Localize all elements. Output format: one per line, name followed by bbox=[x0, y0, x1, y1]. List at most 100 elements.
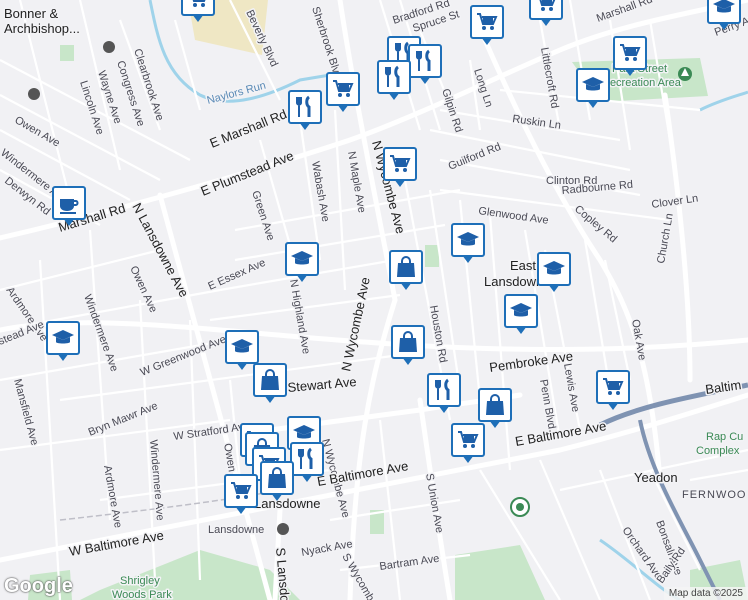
shopping-cart-icon bbox=[603, 378, 624, 395]
restaurant-pin[interactable] bbox=[427, 373, 461, 413]
map-canvas[interactable]: Bonner & Archbishop... Bradford Rd Spruc… bbox=[0, 0, 748, 600]
park-area bbox=[60, 45, 74, 61]
restaurant-pin[interactable] bbox=[288, 90, 322, 130]
graduation-cap-icon bbox=[457, 232, 479, 246]
label-yeadon: Yeadon bbox=[634, 470, 678, 485]
education-pin[interactable] bbox=[285, 242, 319, 282]
label-ruskin-ln: Ruskin Ln bbox=[512, 113, 562, 132]
label-bartram-ave: Bartram Ave bbox=[379, 553, 440, 573]
fork-knife-icon bbox=[416, 49, 431, 71]
label-stewart-ave: Stewart Ave bbox=[287, 374, 357, 395]
label-shrigley-1: Shrigley bbox=[120, 575, 160, 587]
label-e-marshall-rd: E Marshall Rd bbox=[208, 106, 289, 150]
label-recreation-area: Recreation Area bbox=[602, 77, 682, 89]
shopping-pin[interactable] bbox=[478, 388, 512, 428]
grocery-pin[interactable] bbox=[224, 474, 258, 514]
education-pin[interactable] bbox=[225, 330, 259, 370]
education-pin[interactable] bbox=[46, 321, 80, 361]
label-sherbrook-blvd: Sherbrook Blvd bbox=[309, 5, 344, 80]
label-oak-ave: Oak Ave bbox=[629, 318, 648, 361]
label-glenwood-ave: Glenwood Ave bbox=[478, 205, 550, 227]
label-guilford-rd: Guilford Rd bbox=[447, 141, 503, 173]
education-pin[interactable] bbox=[504, 294, 538, 334]
station-icon[interactable] bbox=[28, 88, 40, 100]
shopping-bag-icon bbox=[261, 369, 279, 390]
label-lansdowne-station: Lansdowne bbox=[208, 524, 264, 536]
label-lansdowne-town: Lansdowne bbox=[254, 496, 321, 511]
grocery-pin[interactable] bbox=[596, 370, 630, 410]
fork-knife-icon bbox=[296, 95, 311, 117]
label-n-highland-ave: N Highland Ave bbox=[287, 278, 312, 355]
label-clover-ln: Clover Ln bbox=[651, 193, 699, 211]
grocery-pin[interactable] bbox=[451, 423, 485, 463]
shopping-pin[interactable] bbox=[383, 147, 417, 187]
map-attribution[interactable]: Map data ©2025 bbox=[663, 587, 748, 600]
shopping-bag-icon bbox=[486, 394, 504, 415]
shopping-cart-icon bbox=[620, 44, 641, 61]
graduation-cap-icon bbox=[713, 0, 735, 13]
education-pin[interactable] bbox=[537, 252, 571, 292]
church-icon[interactable] bbox=[103, 41, 115, 53]
graduation-cap-icon bbox=[543, 261, 565, 275]
shopping-cart-icon bbox=[539, 0, 556, 11]
label-church-ln: Church Ln bbox=[655, 212, 676, 264]
label-n-wycombe-ave: N Wycombe Ave bbox=[338, 276, 373, 373]
label-archbishop: Archbishop... bbox=[4, 21, 80, 36]
label-windermere-ave: Windermere Ave bbox=[81, 293, 120, 373]
shopping-cart-icon bbox=[390, 155, 411, 172]
label-rap-curtis-1: Rap Cu bbox=[706, 431, 743, 443]
label-littlecroft-rd: Littlecroft Rd bbox=[538, 46, 561, 109]
cafe-pin[interactable] bbox=[52, 186, 86, 226]
grocery-pin[interactable] bbox=[529, 0, 563, 26]
label-owen-ave-nw: Owen Ave bbox=[13, 114, 62, 149]
grocery-pin[interactable] bbox=[181, 0, 215, 22]
label-s-wycombe: S Wycombe bbox=[339, 552, 379, 600]
restaurant-pin[interactable] bbox=[408, 44, 442, 84]
graduation-cap-icon bbox=[582, 77, 604, 91]
label-bonner: Bonner & bbox=[4, 6, 59, 21]
shopping-bag-icon bbox=[397, 256, 415, 277]
education-pin[interactable] bbox=[451, 223, 485, 263]
train-station-icon[interactable] bbox=[277, 523, 289, 535]
graduation-cap-icon bbox=[52, 330, 74, 344]
fork-knife-icon bbox=[298, 447, 313, 469]
label-green-ave: Green Ave bbox=[249, 189, 276, 242]
label-w-baltimore-ave: W Baltimore Ave bbox=[68, 528, 165, 559]
label-rap-curtis-2: Complex bbox=[696, 445, 740, 457]
graduation-cap-icon bbox=[231, 339, 253, 353]
grocery-pin[interactable] bbox=[613, 36, 647, 76]
label-baltimore-e: Baltim bbox=[704, 377, 742, 397]
label-shrigley-2: Woods Park bbox=[112, 589, 172, 600]
education-pin[interactable] bbox=[576, 68, 610, 108]
grocery-pin[interactable] bbox=[470, 5, 504, 45]
label-n-maple-ave: N Maple Ave bbox=[345, 150, 368, 213]
grocery-pin[interactable] bbox=[326, 72, 360, 112]
label-houston-rd: Houston Rd bbox=[427, 304, 449, 363]
label-lewis-ave: Lewis Ave bbox=[561, 362, 581, 413]
shopping-cart-icon bbox=[333, 80, 354, 97]
google-logo: Google bbox=[4, 575, 73, 597]
park-area bbox=[425, 245, 439, 267]
education-pin[interactable] bbox=[707, 0, 741, 30]
label-mansfield-ave: Mansfield Ave bbox=[11, 378, 40, 447]
shopping-cart-icon bbox=[477, 13, 498, 30]
label-fernwood: FERNWOO bbox=[682, 489, 746, 501]
shopping-cart-icon bbox=[458, 431, 479, 448]
label-e-baltimore-ave-2: E Baltimore Ave bbox=[514, 418, 607, 449]
restaurant-pin[interactable] bbox=[290, 442, 324, 482]
shopping-pin[interactable] bbox=[389, 250, 423, 290]
graduation-cap-icon bbox=[510, 303, 532, 317]
map-base: Bonner & Archbishop... Bradford Rd Spruc… bbox=[0, 0, 748, 600]
shopping-pin[interactable] bbox=[260, 461, 294, 501]
coffee-cup-icon bbox=[60, 199, 79, 214]
graduation-cap-icon bbox=[291, 251, 313, 265]
restaurant-pin[interactable] bbox=[377, 60, 411, 100]
shopping-bag-icon bbox=[268, 467, 286, 488]
label-naylors-run: Naylors Run bbox=[206, 80, 268, 107]
shopping-pin[interactable] bbox=[253, 363, 287, 403]
fork-knife-icon bbox=[435, 378, 450, 400]
shopping-pin[interactable] bbox=[391, 325, 425, 365]
fork-knife-icon bbox=[385, 65, 400, 87]
park-marker-dot bbox=[516, 503, 524, 511]
label-w-greenwood-ave: W Greenwood Ave bbox=[139, 333, 228, 378]
